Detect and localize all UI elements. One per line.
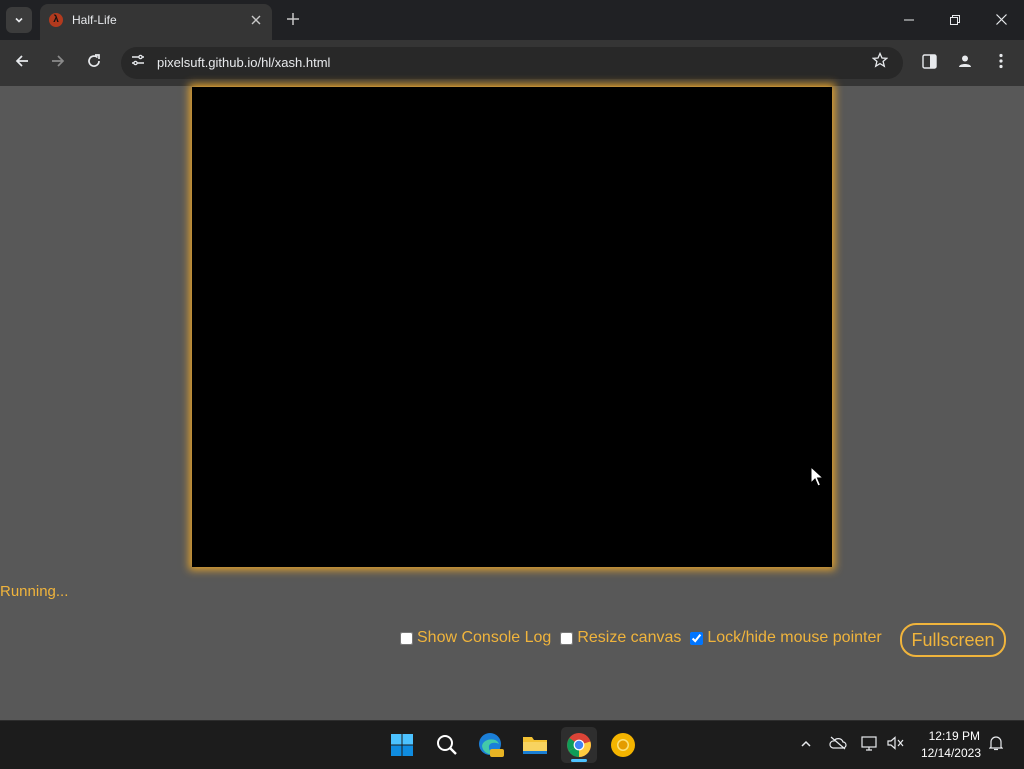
fullscreen-button[interactable]: Fullscreen	[900, 623, 1006, 657]
lock-mouse-pointer-label: Lock/hide mouse pointer	[707, 629, 882, 646]
chrome-canary-icon	[611, 733, 635, 757]
resize-canvas-checkbox[interactable]	[560, 631, 574, 645]
half-life-favicon-icon: λ	[49, 13, 63, 27]
resize-canvas-option[interactable]: Resize canvas	[560, 629, 681, 647]
plus-icon	[287, 13, 299, 25]
restore-icon	[950, 15, 960, 25]
site-info-button[interactable]	[127, 52, 149, 74]
profile-icon	[959, 55, 971, 67]
speaker-muted-icon	[887, 736, 904, 750]
side-panel-icon	[921, 54, 937, 69]
folder-icon	[523, 737, 547, 754]
close-tab-button[interactable]	[246, 10, 266, 30]
show-hidden-icons-button[interactable]	[796, 735, 816, 755]
active-app-indicator	[571, 759, 587, 762]
back-button[interactable]	[7, 48, 37, 78]
minimize-icon	[904, 19, 914, 21]
game-canvas[interactable]	[192, 87, 832, 567]
clock-time[interactable]: 12:19 PM	[929, 729, 980, 743]
tab-title: Half-Life	[72, 13, 117, 27]
resize-canvas-label: Resize canvas	[577, 629, 682, 646]
browser-tab[interactable]: λ Half-Life	[40, 4, 272, 40]
new-tab-button[interactable]	[282, 8, 304, 30]
edge-icon	[479, 733, 504, 757]
edge-beta-app[interactable]	[473, 727, 509, 763]
site-settings-icon	[132, 54, 144, 66]
taskbar-search-button[interactable]	[429, 727, 465, 763]
close-icon	[995, 14, 1007, 25]
show-console-log-checkbox[interactable]	[400, 631, 413, 645]
clock-date[interactable]: 12/14/2023	[921, 746, 981, 760]
url-text[interactable]: pixelsuft.github.io/hl/xash.html	[157, 55, 330, 70]
chrome-canary-app[interactable]	[605, 727, 641, 763]
reload-icon	[88, 54, 100, 67]
forward-arrow-icon	[52, 55, 65, 67]
restore-button[interactable]	[932, 0, 978, 40]
taskbar: 12:19 PM 12/14/2023	[0, 720, 1024, 769]
chevron-up-icon	[801, 740, 811, 747]
browser-menu-button[interactable]	[986, 48, 1016, 78]
back-arrow-icon	[15, 55, 28, 67]
side-panel-button[interactable]	[914, 48, 944, 78]
forward-button[interactable]	[43, 48, 73, 78]
onedrive-tray-button[interactable]	[828, 735, 848, 755]
chrome-app[interactable]	[561, 727, 597, 763]
status-text: Running...	[0, 583, 69, 600]
network-icon	[861, 736, 877, 751]
search-icon	[437, 735, 457, 755]
start-button[interactable]	[384, 727, 420, 763]
lock-mouse-pointer-option[interactable]: Lock/hide mouse pointer	[690, 629, 882, 647]
windows-logo-icon	[391, 734, 413, 756]
browser-title-bar: λ Half-Life	[0, 0, 1024, 40]
options-bar: Show Console Log Resize canvas Lock/hide…	[400, 629, 891, 647]
file-explorer-app[interactable]	[517, 727, 553, 763]
star-icon	[871, 51, 889, 68]
address-bar[interactable]: pixelsuft.github.io/hl/xash.html	[121, 47, 903, 79]
reload-button[interactable]	[79, 48, 109, 78]
bell-icon	[988, 736, 1004, 751]
volume-tray-button[interactable]	[886, 735, 906, 755]
kebab-menu-icon	[999, 53, 1003, 69]
lock-mouse-pointer-checkbox[interactable]	[690, 631, 704, 645]
chrome-icon	[567, 733, 591, 757]
cloud-off-icon	[829, 736, 847, 750]
show-console-log-option[interactable]: Show Console Log	[400, 629, 551, 647]
mouse-pointer-icon	[810, 466, 824, 487]
browser-toolbar: pixelsuft.github.io/hl/xash.html	[0, 40, 1024, 86]
tab-search-button[interactable]	[6, 7, 32, 33]
bookmark-button[interactable]	[869, 51, 891, 74]
close-icon	[251, 15, 261, 25]
profile-button[interactable]	[950, 48, 980, 78]
chevron-down-icon	[15, 17, 23, 23]
notifications-button[interactable]	[986, 735, 1006, 755]
minimize-button[interactable]	[886, 0, 932, 40]
close-window-button[interactable]	[978, 0, 1024, 40]
network-tray-button[interactable]	[860, 735, 880, 755]
show-console-log-label: Show Console Log	[417, 629, 552, 646]
